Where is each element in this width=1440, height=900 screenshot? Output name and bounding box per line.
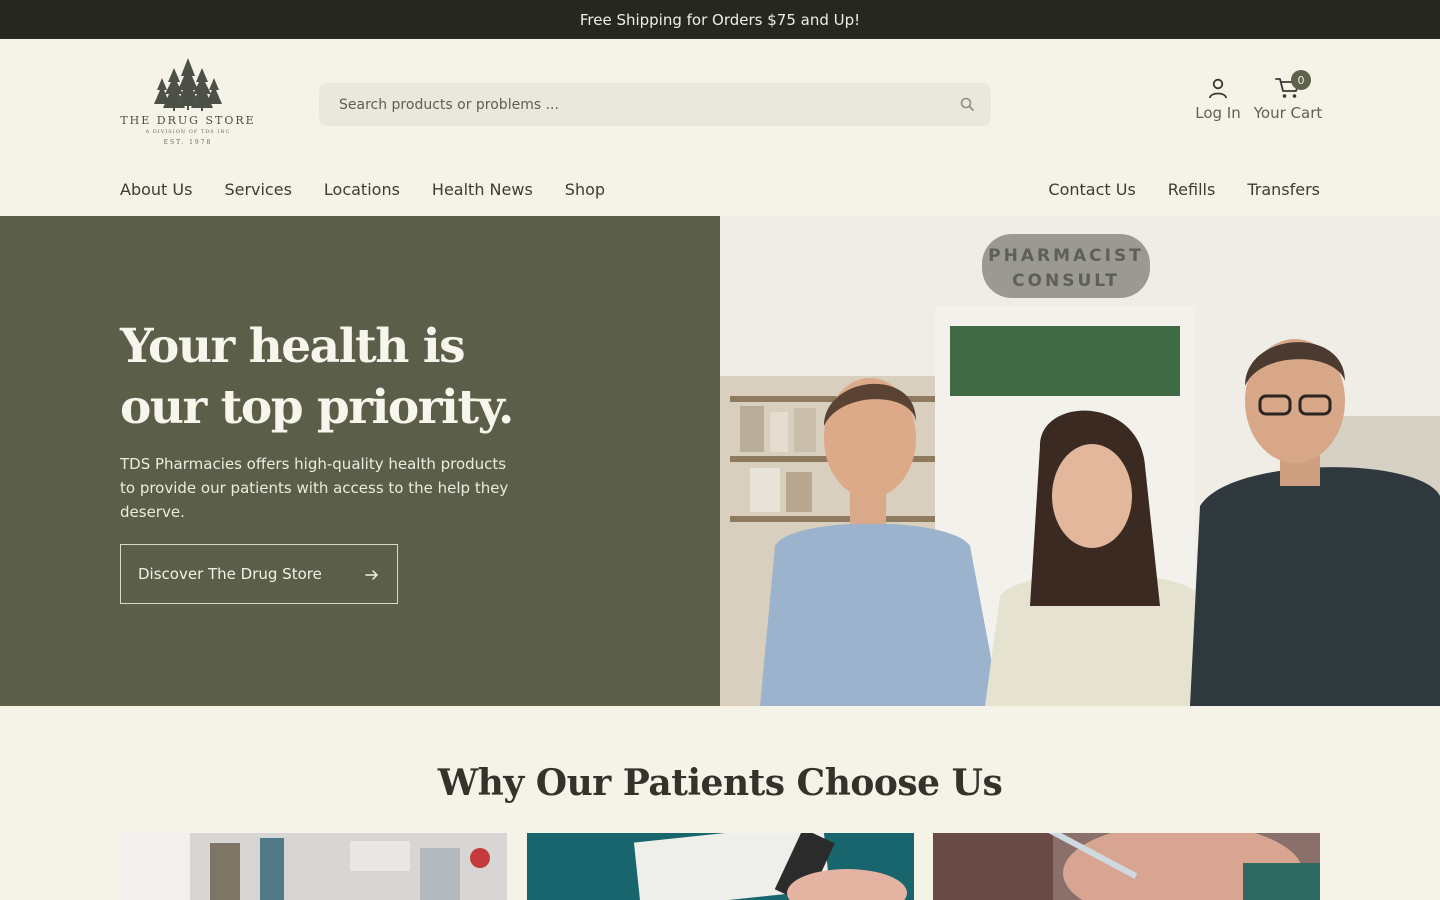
feature-card-image[interactable] bbox=[527, 833, 914, 900]
why-section-title: Why Our Patients Choose Us bbox=[437, 762, 1003, 804]
nav-health-news[interactable]: Health News bbox=[432, 180, 533, 206]
logo-name: THE DRUG STORE bbox=[120, 114, 256, 127]
hero-title: Your health is our top priority. bbox=[120, 319, 514, 435]
announcement-bar: Free Shipping for Orders $75 and Up! bbox=[0, 0, 1440, 39]
site-logo[interactable]: THE DRUG STORE A DIVISION OF TDS INC EST… bbox=[120, 58, 256, 150]
login-label: Log In bbox=[1195, 104, 1241, 122]
login-link[interactable]: Log In bbox=[1193, 76, 1243, 132]
nav-shop[interactable]: Shop bbox=[565, 180, 605, 206]
logo-established: EST. 1978 bbox=[163, 139, 213, 146]
arrow-right-icon bbox=[365, 570, 378, 580]
nav-contact-us[interactable]: Contact Us bbox=[1048, 180, 1135, 206]
pine-trees-icon bbox=[154, 58, 222, 111]
hero-photo-pharmacists: PHARMACIST CONSULT bbox=[720, 216, 1440, 706]
search-input[interactable] bbox=[319, 83, 939, 126]
user-icon bbox=[1209, 78, 1227, 99]
hero-description: TDS Pharmacies offers high-quality healt… bbox=[120, 455, 509, 521]
hero-text-panel: Your health is our top priority. TDS Pha… bbox=[0, 216, 720, 706]
nav-transfers[interactable]: Transfers bbox=[1247, 180, 1320, 206]
nav-about-us[interactable]: About Us bbox=[120, 180, 192, 206]
hero-section: Your health is our top priority. TDS Pha… bbox=[0, 216, 1440, 706]
discover-button-label: Discover The Drug Store bbox=[138, 565, 322, 583]
search-bar bbox=[319, 83, 991, 126]
search-icon[interactable] bbox=[959, 96, 977, 114]
cart-link[interactable]: Your Cart bbox=[1252, 76, 1324, 132]
feature-card-image[interactable] bbox=[120, 833, 507, 900]
cart-label: Your Cart bbox=[1253, 104, 1323, 122]
sign-line-2: CONSULT bbox=[1012, 271, 1120, 291]
logo-subtitle: A DIVISION OF TDS INC bbox=[145, 129, 231, 135]
discover-button[interactable]: Discover The Drug Store bbox=[120, 544, 398, 604]
main-nav: About Us Services Locations Health News … bbox=[120, 180, 605, 206]
sign-line-1: PHARMACIST bbox=[988, 246, 1144, 266]
feature-card-image[interactable] bbox=[933, 833, 1320, 900]
nav-locations[interactable]: Locations bbox=[324, 180, 400, 206]
nav-services[interactable]: Services bbox=[224, 180, 291, 206]
cart-count-badge: 0 bbox=[1291, 70, 1311, 90]
announcement-text: Free Shipping for Orders $75 and Up! bbox=[579, 10, 861, 29]
nav-refills[interactable]: Refills bbox=[1168, 180, 1216, 206]
secondary-nav: Contact Us Refills Transfers bbox=[1048, 180, 1320, 206]
